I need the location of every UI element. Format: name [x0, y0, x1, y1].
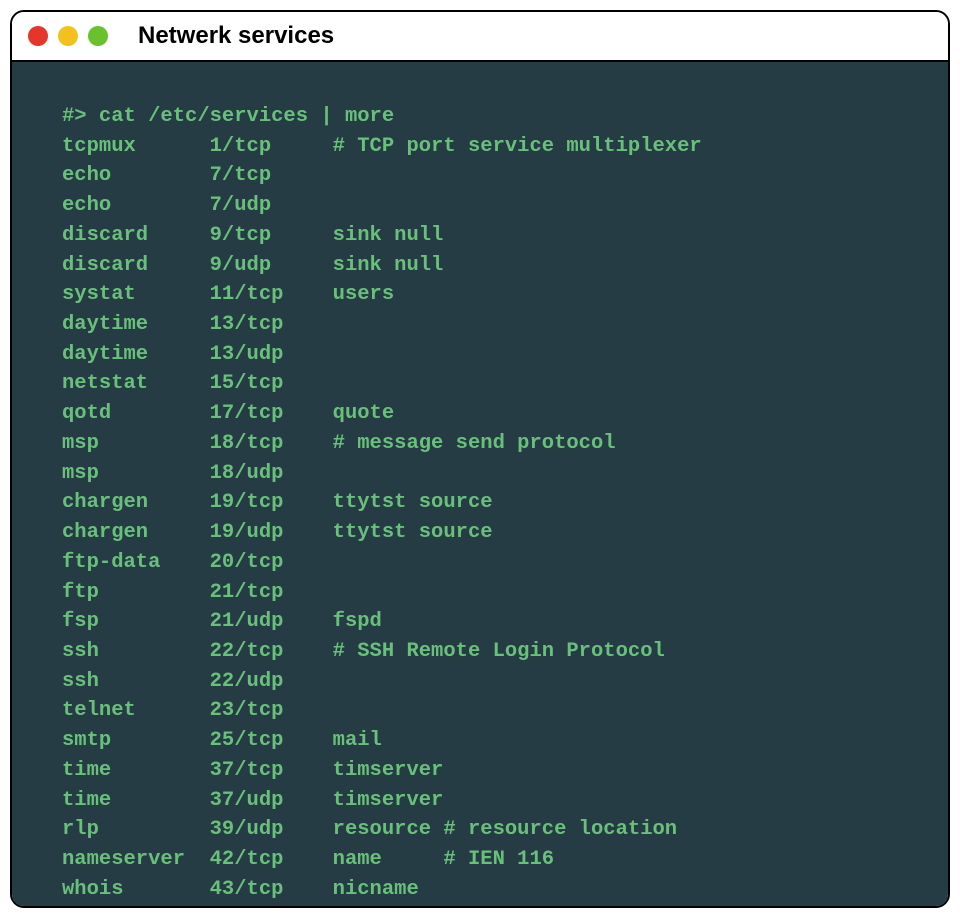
zoom-icon[interactable]	[88, 26, 108, 46]
terminal-output[interactable]: #> cat /etc/services | more tcpmux 1/tcp…	[12, 62, 948, 908]
terminal-window: Netwerk services #> cat /etc/services | …	[10, 10, 950, 908]
close-icon[interactable]	[28, 26, 48, 46]
minimize-icon[interactable]	[58, 26, 78, 46]
titlebar: Netwerk services	[12, 12, 948, 62]
traffic-lights	[28, 26, 108, 46]
window-title: Netwerk services	[138, 22, 334, 50]
